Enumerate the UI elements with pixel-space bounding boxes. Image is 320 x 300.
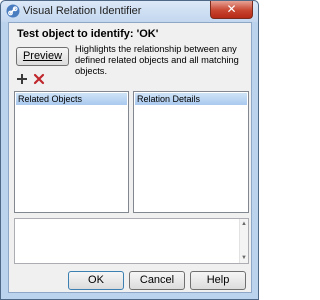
test-object-heading: Test object to identify: 'OK': [17, 28, 159, 40]
relation-details-header: Relation Details: [135, 93, 247, 105]
close-button[interactable]: ✕: [210, 1, 253, 19]
related-objects-header: Related Objects: [16, 93, 127, 105]
relation-details-panel[interactable]: Relation Details: [133, 91, 249, 213]
related-objects-panel[interactable]: Related Objects: [14, 91, 129, 213]
close-icon: ✕: [226, 2, 237, 16]
cancel-button[interactable]: Cancel: [129, 271, 185, 290]
title-bar[interactable]: Visual Relation Identifier ✕: [1, 1, 258, 22]
help-button-label: Help: [206, 274, 230, 286]
scroll-down-icon[interactable]: ▼: [240, 254, 248, 262]
vertical-scrollbar[interactable]: ▲ ▼: [239, 219, 248, 263]
preview-button-label: Preview: [22, 50, 63, 62]
dialog-client-area: Test object to identify: 'OK' Preview Hi…: [8, 22, 252, 293]
ok-button-label: OK: [88, 274, 104, 286]
dialog-window: Visual Relation Identifier ✕ Test object…: [0, 0, 259, 300]
preview-description: Highlights the relationship between any …: [75, 44, 239, 76]
delete-icon[interactable]: [33, 73, 45, 85]
details-text-area[interactable]: ▲ ▼: [14, 218, 249, 264]
cancel-button-label: Cancel: [139, 274, 175, 286]
scroll-up-icon[interactable]: ▲: [240, 220, 248, 228]
preview-button[interactable]: Preview: [16, 47, 69, 66]
help-button[interactable]: Help: [190, 271, 246, 290]
window-title: Visual Relation Identifier: [23, 5, 142, 17]
app-link-icon: [6, 4, 20, 18]
ok-button[interactable]: OK: [68, 271, 124, 290]
add-icon[interactable]: [16, 73, 28, 85]
